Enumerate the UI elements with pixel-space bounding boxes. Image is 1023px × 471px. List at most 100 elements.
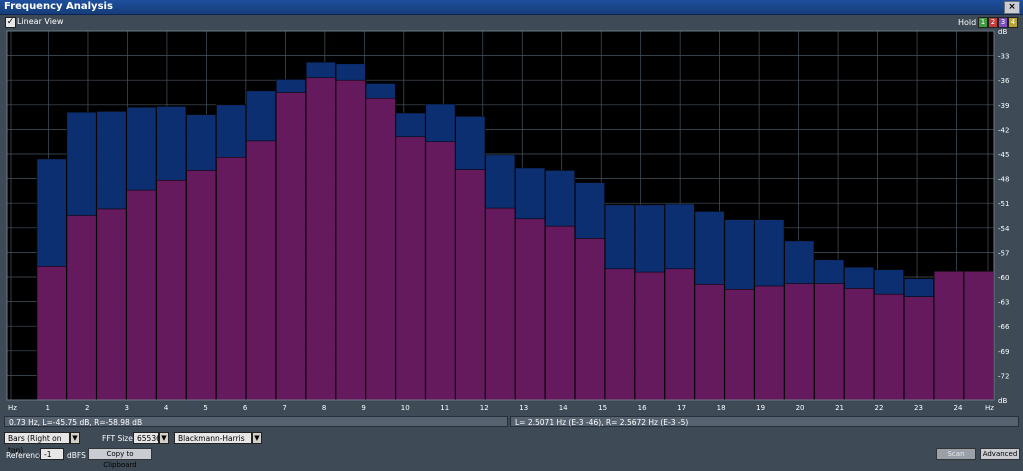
x-tick-label: 6: [243, 404, 248, 412]
peak-readout: L= 2.5071 Hz (E-3 -46), R= 2.5672 Hz (E-…: [510, 416, 1019, 427]
x-tick-label: 11: [440, 404, 449, 412]
bar-r-5: [186, 170, 217, 401]
bar-r-14: [455, 169, 486, 401]
bar-r-17: [545, 225, 576, 401]
y-tick-label: -63: [998, 299, 1009, 307]
view-mode-dropdown[interactable]: ▼: [70, 432, 80, 444]
bar-r-1: [66, 215, 97, 401]
close-button[interactable]: ×: [1004, 1, 1020, 14]
window-function-select[interactable]: Blackmann-Harris: [174, 432, 252, 444]
bar-r-25: [784, 283, 815, 401]
x-tick-label: 15: [598, 404, 607, 412]
hold-label: Hold: [958, 18, 977, 27]
bar-r-20: [634, 271, 665, 401]
bar-r-29: [903, 296, 934, 401]
window-function-dropdown[interactable]: ▼: [252, 432, 262, 444]
x-tick-label: 16: [638, 404, 647, 412]
bar-r-15: [485, 207, 516, 401]
bar-r-4: [156, 179, 187, 401]
bar-r-19: [604, 268, 635, 401]
bar-r-11: [365, 97, 396, 401]
y-tick-label: dB: [998, 29, 1007, 36]
bar-r-21: [664, 268, 695, 401]
x-tick-label: 1: [45, 404, 49, 412]
y-tick-label: -42: [998, 126, 1009, 134]
reference-label: Reference: [6, 451, 44, 460]
x-tick-label: 3: [124, 404, 128, 412]
copy-to-clipboard-button[interactable]: Copy to Clipboard: [88, 448, 152, 469]
y-tick-label: -57: [998, 249, 1009, 257]
hold-button-3[interactable]: 3: [998, 17, 1008, 28]
bar-r-28: [874, 293, 904, 401]
bar-r-26: [814, 283, 845, 401]
x-tick-label: 2: [85, 404, 89, 412]
x-tick-label: 14: [559, 404, 568, 412]
chart-toolbar: ✓ Linear View Hold 1 2 3 4: [0, 15, 1023, 30]
x-tick-label: 13: [519, 404, 528, 412]
cursor-readout: 0.73 Hz, L=-45.75 dB, R=-58.98 dB: [4, 416, 508, 427]
reference-input[interactable]: -1: [40, 448, 64, 460]
hold-button-2[interactable]: 2: [988, 17, 998, 28]
bar-r-10: [335, 79, 366, 401]
bar-r-6: [216, 156, 247, 401]
y-tick-label: -72: [998, 372, 1009, 380]
linear-view-checkbox[interactable]: ✓: [5, 17, 16, 28]
x-tick-label: 22: [875, 404, 884, 412]
bar-r-9: [305, 77, 336, 401]
title-bar: Frequency Analysis ×: [0, 0, 1023, 15]
y-tick-label: -45: [998, 151, 1009, 159]
x-tick-label: Hz: [8, 404, 17, 412]
x-tick-label: 18: [717, 404, 726, 412]
x-tick-label: 12: [480, 404, 489, 412]
bar-r-24: [754, 285, 785, 401]
x-tick-label: 4: [164, 404, 169, 412]
x-tick-label: 7: [282, 404, 286, 412]
fft-size-dropdown[interactable]: ▼: [159, 432, 169, 444]
bar-r-7: [246, 140, 276, 401]
hold-button-1[interactable]: 1: [978, 17, 988, 28]
linear-view-label: Linear View: [17, 17, 64, 26]
y-tick-label: -69: [998, 348, 1009, 356]
x-tick-label: Hz: [985, 404, 994, 412]
bar-r-30: [933, 270, 964, 401]
bar-r-18: [575, 238, 605, 401]
x-tick-label: 17: [677, 404, 686, 412]
bar-r-23: [724, 288, 755, 401]
y-tick-label: -60: [998, 274, 1009, 282]
bar-r-31: [963, 270, 994, 401]
y-tick-label: -36: [998, 77, 1010, 85]
fft-size-label: FFT Size: [102, 434, 133, 443]
bar-r-16: [515, 218, 546, 401]
advanced-button[interactable]: Advanced: [980, 448, 1020, 460]
bar-r-3: [126, 189, 157, 401]
y-tick-label: -66: [998, 323, 1010, 331]
x-tick-label: 21: [835, 404, 844, 412]
window-title: Frequency Analysis: [4, 1, 113, 12]
scan-button[interactable]: Scan: [936, 448, 976, 460]
y-tick-label: -54: [998, 225, 1010, 233]
fft-size-select[interactable]: 65536: [133, 432, 161, 444]
x-tick-label: 19: [756, 404, 765, 412]
x-tick-label: 9: [361, 404, 365, 412]
bar-r-13: [425, 141, 456, 401]
bar-r-2: [96, 208, 127, 401]
x-tick-label: 23: [914, 404, 923, 412]
x-tick-label: 20: [796, 404, 805, 412]
y-tick-label: -51: [998, 200, 1009, 208]
bar-r-8: [275, 92, 306, 401]
hold-button-4[interactable]: 4: [1008, 17, 1018, 28]
bar-r-22: [694, 284, 725, 401]
x-tick-label: 5: [203, 404, 207, 412]
x-tick-label: 24: [954, 404, 963, 412]
y-tick-label: dB: [998, 397, 1007, 405]
x-tick-label: 10: [401, 404, 410, 412]
y-tick-label: -33: [998, 53, 1009, 61]
reference-unit: dBFS: [67, 451, 86, 460]
x-tick-label: 8: [322, 404, 326, 412]
view-mode-select[interactable]: Bars (Right on top): [4, 432, 70, 455]
bar-r-27: [844, 288, 875, 401]
bar-r-0: [36, 266, 67, 401]
y-tick-label: -39: [998, 102, 1009, 110]
frequency-chart[interactable]: dB -33 -36 -39 -42 -45 -48 -51 -54 -57 -60 -63 -66 -6…: [0, 29, 1023, 414]
y-tick-label: -48: [998, 176, 1009, 184]
